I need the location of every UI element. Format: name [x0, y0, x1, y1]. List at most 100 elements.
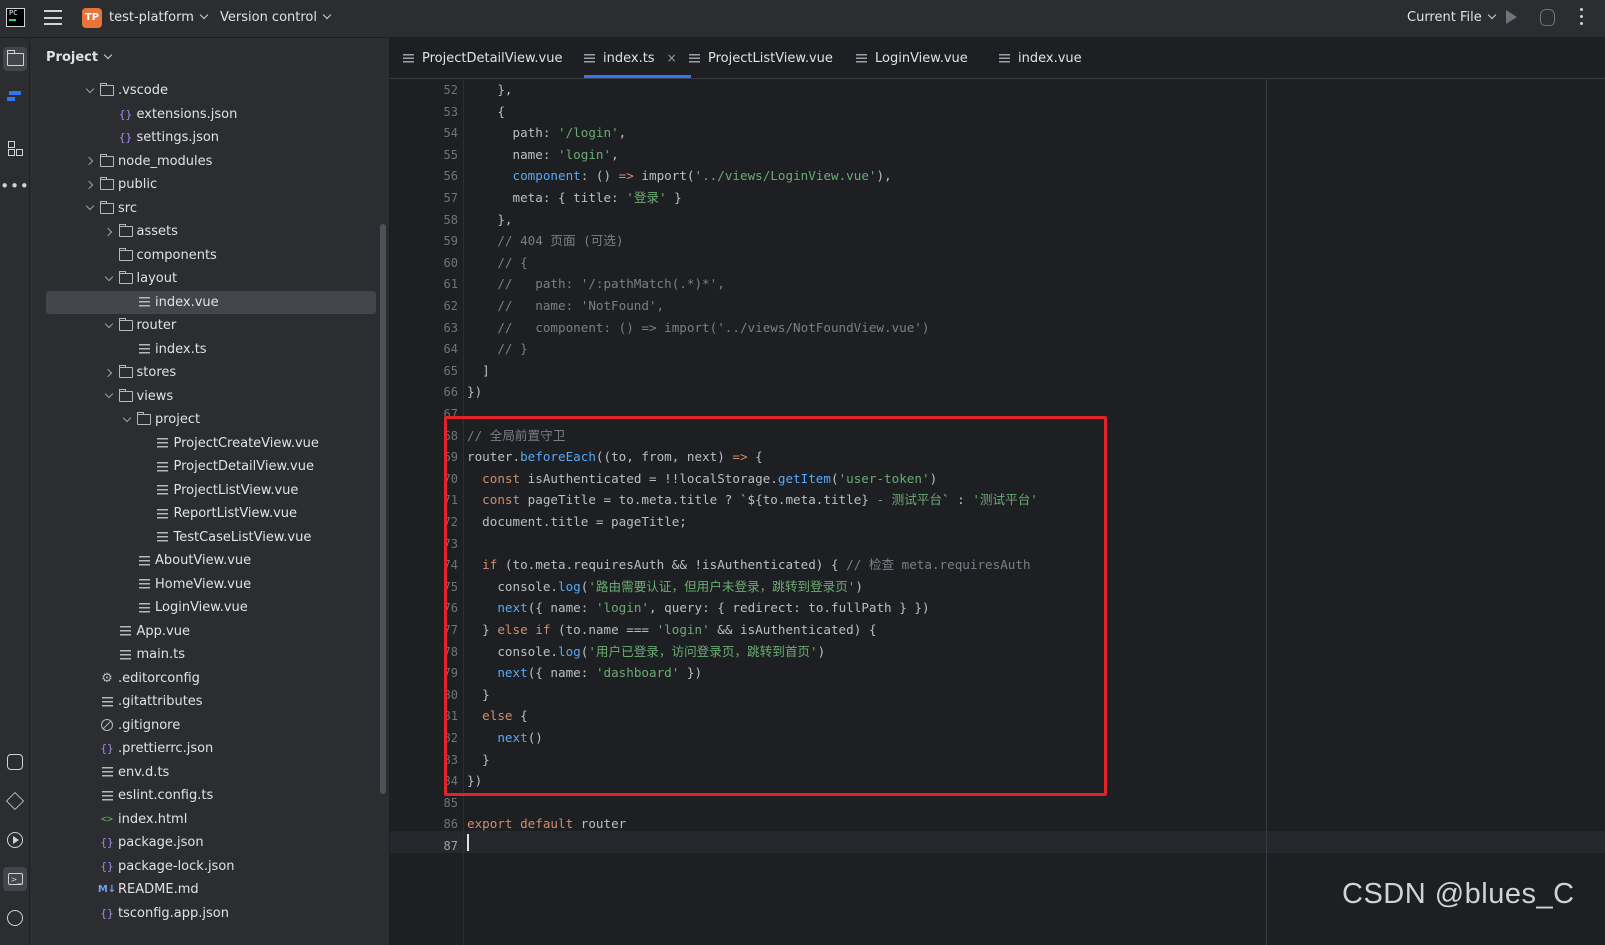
line-number[interactable]: 59: [390, 230, 458, 252]
tree-item[interactable]: App.vue: [46, 620, 376, 643]
tree-item[interactable]: AboutView.vue: [46, 549, 376, 572]
tree-item[interactable]: stores: [46, 361, 376, 384]
run-configuration-select[interactable]: Current File: [1407, 10, 1495, 25]
tree-item[interactable]: ProjectDetailView.vue: [46, 455, 376, 478]
tree-item[interactable]: views: [46, 385, 376, 408]
run-icon[interactable]: [1506, 10, 1517, 24]
tree-item[interactable]: assets: [46, 220, 376, 243]
more-actions-icon[interactable]: [1580, 8, 1584, 28]
tree-item[interactable]: router: [46, 314, 376, 337]
chevron-down-icon[interactable]: [84, 84, 98, 98]
line-number[interactable]: 56: [390, 165, 458, 187]
tab-loginview-vue[interactable]: LoginView.vue: [856, 38, 968, 78]
folder-icon: [117, 224, 135, 237]
html-file-icon: <>: [100, 813, 114, 825]
tree-item[interactable]: eslint.config.ts: [46, 784, 376, 807]
line-number[interactable]: 64: [390, 338, 458, 360]
line-number[interactable]: 57: [390, 187, 458, 209]
tree-item-label: package-lock.json: [118, 858, 235, 874]
tree-item[interactable]: layout: [46, 267, 376, 290]
chevron-down-icon[interactable]: [103, 319, 117, 333]
run-tool-icon[interactable]: [3, 828, 27, 852]
tree-item[interactable]: {} tsconfig.app.json: [46, 902, 376, 925]
tree-item[interactable]: {} package-lock.json: [46, 855, 376, 878]
chevron-right-icon[interactable]: [84, 154, 98, 168]
line-number[interactable]: 65: [390, 360, 458, 382]
structure-tool-icon[interactable]: [3, 136, 27, 160]
line-number[interactable]: 61: [390, 273, 458, 295]
tree-item[interactable]: index.ts: [46, 338, 376, 361]
tab-index-ts[interactable]: index.ts ×: [584, 38, 691, 78]
file-icon: [98, 790, 116, 801]
line-number[interactable]: 86: [390, 813, 458, 835]
tree-item[interactable]: {} extensions.json: [46, 103, 376, 126]
tree-item[interactable]: .gitattributes: [46, 690, 376, 713]
vcs-tool-icon[interactable]: [3, 85, 27, 109]
project-tool-icon[interactable]: [3, 47, 27, 71]
line-number[interactable]: 87: [390, 835, 458, 857]
tree-item[interactable]: TestCaseListView.vue: [46, 526, 376, 549]
tree-item[interactable]: src: [46, 197, 376, 220]
project-badge[interactable]: TP: [82, 8, 102, 28]
tree-item[interactable]: M↓ README.md: [46, 878, 376, 901]
tab-projectdetailview-vue[interactable]: ProjectDetailView.vue: [403, 38, 563, 78]
tree-item[interactable]: project: [46, 408, 376, 431]
line-number[interactable]: 66: [390, 381, 458, 403]
json-file-icon: {}: [118, 107, 133, 121]
code-text: ]: [467, 360, 490, 382]
project-tree-scrollbar[interactable]: [380, 224, 386, 794]
project-switcher[interactable]: test-platform: [109, 10, 207, 25]
close-tab-icon[interactable]: ×: [667, 51, 677, 65]
chevron-down-icon[interactable]: [103, 389, 117, 403]
tab-projectlistview-vue[interactable]: ProjectListView.vue: [689, 38, 833, 78]
chevron-right-icon[interactable]: [84, 178, 98, 192]
chevron-down-icon[interactable]: [121, 413, 135, 427]
problems-icon[interactable]: [3, 906, 27, 930]
tree-item[interactable]: ReportListView.vue: [46, 502, 376, 525]
terminal-icon[interactable]: >_: [3, 867, 27, 891]
line-number[interactable]: 62: [390, 295, 458, 317]
tree-item[interactable]: HomeView.vue: [46, 573, 376, 596]
pycharm-logo-icon[interactable]: PC: [6, 8, 25, 27]
python-console-icon[interactable]: [3, 750, 27, 774]
chevron-right-icon[interactable]: [103, 225, 117, 239]
layers-icon[interactable]: [3, 789, 27, 813]
tree-item[interactable]: ProjectCreateView.vue: [46, 432, 376, 455]
debug-icon[interactable]: [1540, 9, 1555, 26]
chevron-down-icon[interactable]: [84, 201, 98, 215]
tree-item[interactable]: {} settings.json: [46, 126, 376, 149]
tree-item[interactable]: node_modules: [46, 150, 376, 173]
line-number[interactable]: 60: [390, 252, 458, 274]
more-tools-icon[interactable]: •••: [0, 174, 29, 198]
tree-item[interactable]: {} package.json: [46, 831, 376, 854]
code-line: 87: [390, 835, 1605, 857]
tree-item[interactable]: components: [46, 244, 376, 267]
tree-item[interactable]: .gitignore: [46, 714, 376, 737]
tree-item[interactable]: .vscode: [46, 79, 376, 102]
line-number[interactable]: 53: [390, 101, 458, 123]
tree-item[interactable]: ProjectListView.vue: [46, 479, 376, 502]
line-number[interactable]: 55: [390, 144, 458, 166]
tab-label: LoginView.vue: [875, 50, 968, 66]
tree-item[interactable]: index.vue: [46, 290, 376, 314]
tab-index-vue[interactable]: index.vue: [999, 38, 1082, 78]
tree-item[interactable]: ⚙ .editorconfig: [46, 667, 376, 690]
line-number[interactable]: 58: [390, 209, 458, 231]
line-number[interactable]: 54: [390, 122, 458, 144]
line-number[interactable]: 52: [390, 79, 458, 101]
chevron-down-icon[interactable]: [103, 272, 117, 286]
project-panel-title[interactable]: Project: [46, 50, 111, 65]
version-control-menu[interactable]: Version control: [220, 10, 330, 25]
tree-item[interactable]: LoginView.vue: [46, 596, 376, 619]
tree-item[interactable]: main.ts: [46, 643, 376, 666]
code-token: // {: [467, 254, 528, 270]
chevron-right-icon[interactable]: [103, 366, 117, 380]
tree-item[interactable]: public: [46, 173, 376, 196]
line-number[interactable]: 63: [390, 317, 458, 339]
main-menu-icon[interactable]: [44, 10, 62, 25]
tree-item[interactable]: {} .prettierrc.json: [46, 737, 376, 760]
tree-item[interactable]: env.d.ts: [46, 761, 376, 784]
tree-item[interactable]: <> index.html: [46, 808, 376, 831]
